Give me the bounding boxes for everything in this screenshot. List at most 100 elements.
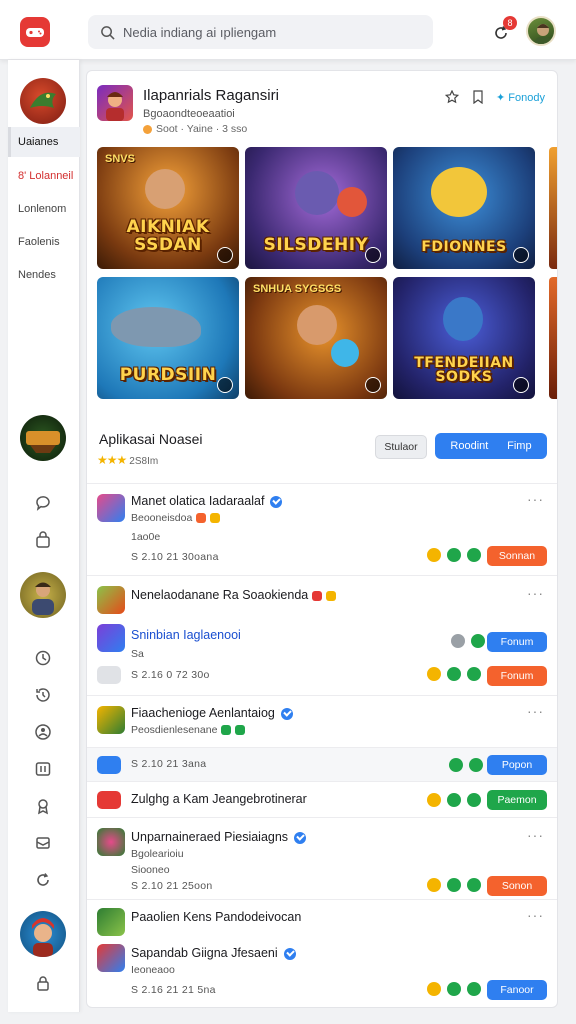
sidebar-character-avatar[interactable] [20, 911, 66, 957]
app-developer: Beooneisdoa [131, 512, 221, 524]
play-badge-icon [365, 247, 381, 263]
clock-icon[interactable] [32, 647, 54, 669]
more-options-icon[interactable]: ··· [527, 492, 545, 506]
nav-item-5[interactable]: Nendes [18, 269, 56, 281]
app-action-button-2[interactable]: Fonum [487, 666, 547, 686]
nav-item-4[interactable]: Faolenis [18, 236, 60, 248]
game-tile-1[interactable]: SNVS AIKNIAK SSDAN [97, 147, 239, 269]
green-badge-icon [471, 634, 485, 648]
nav-item-1[interactable]: Uaianes [18, 136, 58, 148]
chat-icon[interactable] [32, 492, 54, 514]
green-badge-icon [447, 793, 461, 807]
app-title: Fiaachenioge Aenlantaiog [131, 706, 293, 720]
bag-icon[interactable] [32, 529, 54, 551]
primary-button-right-label: Fimp [507, 440, 532, 452]
primary-button-left-label: Roodint [450, 440, 489, 452]
blue-pill-icon[interactable] [97, 756, 121, 774]
game-tile-3[interactable]: FDIONNES [393, 147, 535, 269]
featured-subtitle: Bgoaondteoeaatioi Soot · Yaine · 3 sso [143, 108, 247, 135]
sidebar-user-avatar[interactable] [20, 572, 66, 618]
app-badges [449, 758, 483, 772]
secondary-button[interactable]: Stulaor [375, 435, 427, 459]
more-options-icon[interactable]: ··· [527, 908, 545, 922]
app-action-button[interactable]: Sonnan [487, 546, 547, 566]
sidebar-game-avatar-2[interactable] [20, 415, 66, 461]
app-meta: Siooneo [131, 864, 170, 876]
character-art [297, 305, 337, 345]
award-icon[interactable] [32, 795, 54, 817]
list-item[interactable]: Unparnaineraed Piesiaiagns Bgolearioiu S… [87, 817, 557, 899]
section-header: Aplikasai Noasei ★★★ 2S8Im Stulaor Roodin… [97, 427, 549, 475]
list-item[interactable]: Nenelaodanane Ra Soaokienda ··· Sninbian… [87, 575, 557, 695]
carousel-peek-tile[interactable] [549, 277, 557, 399]
nav-item-3[interactable]: Lonlenom [18, 203, 66, 215]
star-outline-icon[interactable] [444, 89, 460, 105]
refresh-icon[interactable] [32, 869, 54, 891]
app-title-link[interactable]: Sninbian Iaglaenooi [131, 628, 241, 642]
more-options-icon[interactable]: ··· [527, 828, 545, 842]
more-options-icon[interactable]: ··· [527, 586, 545, 600]
more-options-icon[interactable]: ··· [527, 704, 545, 718]
user-group-icon[interactable] [32, 721, 54, 743]
grid-icon[interactable] [32, 758, 54, 780]
play-badge-icon [513, 247, 529, 263]
notifications-button[interactable]: 8 [490, 16, 517, 44]
user-avatar[interactable] [526, 16, 556, 46]
verified-icon [280, 707, 293, 720]
toggle-pill-icon[interactable] [97, 666, 121, 684]
app-action-button[interactable]: Paemon [487, 790, 547, 810]
history-icon[interactable] [32, 684, 54, 706]
list-item[interactable]: S 2.10 21 3ana Popon [87, 747, 557, 781]
game-tile-2[interactable]: SILSDEHIY [245, 147, 387, 269]
featured-meta: Soot · Yaine · 3 sso [156, 123, 248, 135]
gift-icon[interactable] [32, 832, 54, 854]
list-item[interactable]: Fiaachenioge Aenlantaiog Peosdienlesenan… [87, 695, 557, 747]
app-badges [427, 878, 481, 892]
primary-button[interactable]: Roodint Fimp [435, 433, 547, 459]
game-tile-6[interactable]: TFENDEIIAN SODKS [393, 277, 535, 399]
green-star-badge-icon [467, 982, 481, 996]
app-title: Zulghg a Kam Jeangebrotinerar [131, 792, 307, 806]
app-action-button[interactable]: Fanoor [487, 980, 547, 1000]
app-badges [427, 793, 481, 807]
green-star-badge-icon [467, 793, 481, 807]
featured-subtitle-text: Bgoaondteoeaatioi [143, 108, 235, 120]
bookmark-icon[interactable] [470, 89, 486, 105]
app-badges [427, 667, 481, 681]
app-action-button[interactable]: Fonum [487, 632, 547, 652]
game-tile-5[interactable]: SNHUA SYGSGS [245, 277, 387, 399]
app-stats: S 2.10 21 30oana [131, 551, 219, 563]
sidebar-game-avatar-1[interactable] [20, 78, 66, 124]
app-title: Sapandab Giigna Jfesaeni [131, 946, 296, 960]
section-title: Aplikasai Noasei [99, 431, 203, 447]
search-input[interactable] [123, 24, 423, 40]
featured-actions: ✦ Fonody [444, 89, 545, 105]
list-item[interactable]: Paaolien Kens Pandodeivocan ··· Sapandab… [87, 899, 557, 1007]
app-title-text: Unparnaineraed Piesiaiagns [131, 830, 289, 844]
play-badge-icon [217, 247, 233, 263]
green-star-badge-icon [469, 758, 483, 772]
nav-item-2[interactable]: 8' Lolanneil [18, 170, 73, 182]
red-pill-icon[interactable] [97, 791, 121, 809]
app-title: Nenelaodanane Ra Soaokienda [131, 588, 337, 602]
green-badge-icon [447, 667, 461, 681]
list-item[interactable]: Manet olatica Iadaraalaf Beooneisdoa 1ao… [87, 483, 557, 575]
green-star-badge-icon [467, 667, 481, 681]
list-item[interactable]: Zulghg a Kam Jeangebrotinerar Paemon [87, 781, 557, 817]
green-star-badge-icon [467, 548, 481, 562]
carousel-peek-tile[interactable] [549, 147, 557, 269]
app-stats: S 2.16 0 72 30o [131, 669, 210, 681]
flame-icon [196, 513, 207, 524]
section-rating: ★★★ 2S8Im [97, 453, 158, 467]
app-action-button[interactable]: Popon [487, 755, 547, 775]
featured-action-link[interactable]: ✦ Fonody [496, 91, 545, 104]
search-bar[interactable] [88, 15, 433, 49]
app-action-button[interactable]: Sonon [487, 876, 547, 896]
featured-app-icon[interactable] [97, 85, 133, 121]
verified-icon [283, 947, 296, 960]
app-icon [97, 828, 125, 856]
lock-icon[interactable] [32, 972, 54, 994]
play-badge-icon [365, 377, 381, 393]
app-logo[interactable] [20, 17, 50, 47]
game-tile-4[interactable]: PURDSIIN [97, 277, 239, 399]
